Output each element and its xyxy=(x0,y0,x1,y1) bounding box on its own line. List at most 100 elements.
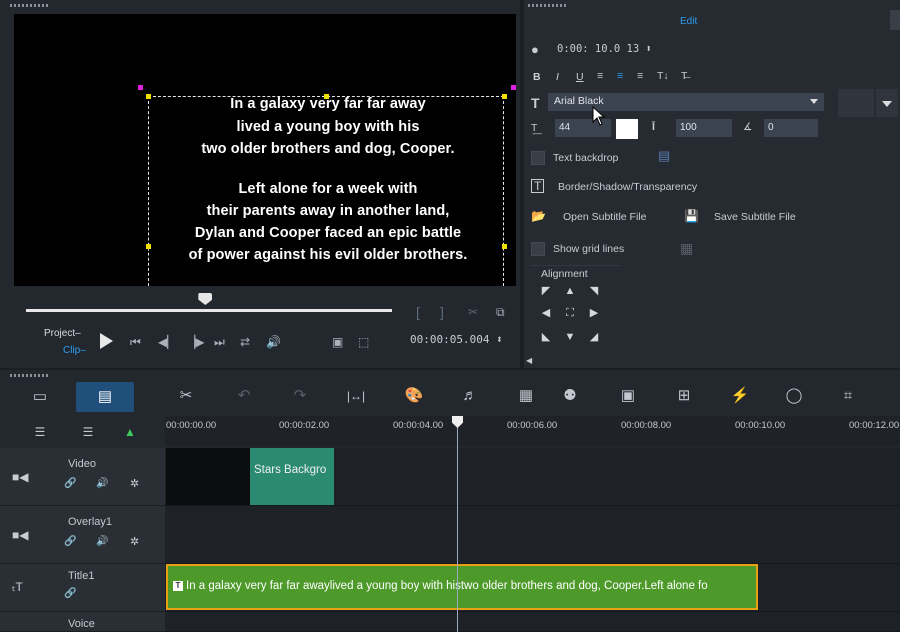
grid-settings-icon[interactable]: ▦ xyxy=(680,240,693,257)
font-select[interactable]: Arial Black xyxy=(548,93,824,111)
audio-mixer-icon[interactable]: ♬ xyxy=(458,388,482,404)
timeline-view-icon[interactable]: ▭ xyxy=(28,389,52,405)
title-track-icon: ₜT xyxy=(12,580,23,594)
bold-button[interactable]: B xyxy=(533,71,541,83)
rotate-handle-left[interactable] xyxy=(138,85,143,90)
video-clip[interactable]: Stars Backgro xyxy=(250,448,334,505)
panel-scrollbar[interactable] xyxy=(890,10,900,30)
crop-icon[interactable]: ⌗ xyxy=(836,388,860,404)
italic-button[interactable]: I xyxy=(556,71,559,83)
playhead-line[interactable] xyxy=(457,424,458,632)
title-clip[interactable]: In a galaxy very far far awaylived a you… xyxy=(166,564,758,610)
align-top-left-icon[interactable]: ◤ xyxy=(540,286,552,297)
split-screen-icon[interactable]: ⊞ xyxy=(672,388,696,404)
mark-in-icon[interactable]: [ xyxy=(416,305,420,319)
rotate-handle-right[interactable] xyxy=(511,85,516,90)
track-manager-icon[interactable]: ☰ xyxy=(28,424,52,440)
ripple-icon[interactable]: ✲ xyxy=(130,535,139,548)
speed-icon[interactable]: ⚡ xyxy=(728,388,752,404)
scissors-icon[interactable]: ✂ xyxy=(468,306,478,318)
panel-grip[interactable] xyxy=(10,4,48,7)
underline-button[interactable]: U xyxy=(576,71,584,83)
copy-icon[interactable]: ⧉ xyxy=(496,306,505,318)
volume-icon[interactable]: 🔊 xyxy=(266,336,281,348)
track-area-voice[interactable] xyxy=(165,612,900,632)
open-subtitle-icon[interactable]: 📂 xyxy=(531,209,546,223)
line-spacing-input[interactable]: 100 xyxy=(676,119,732,137)
duration-field[interactable]: 0:00: 10.0 13 ⬍ xyxy=(557,43,652,55)
align-top-right-icon[interactable]: ◥ xyxy=(588,286,600,297)
chevron-down-icon[interactable] xyxy=(810,99,818,104)
vertical-text-icon[interactable]: T↓ xyxy=(657,70,669,82)
project-mode-label[interactable]: Project– xyxy=(44,328,81,339)
panel-grip[interactable] xyxy=(528,4,566,7)
align-center-icon[interactable]: ≡ xyxy=(617,70,623,82)
show-grid-lines-label: Show grid lines xyxy=(553,243,625,255)
storyboard-icon[interactable]: ▤ xyxy=(93,389,117,405)
add-track-icon[interactable]: ☰ xyxy=(76,424,100,440)
repeat-icon[interactable]: ⇄ xyxy=(240,336,250,348)
text-color-swatch[interactable] xyxy=(616,119,638,139)
subtitle-line: two older brothers and dog, Cooper. xyxy=(201,141,455,157)
mute-icon[interactable]: 🔊 xyxy=(96,478,108,489)
overlay-track-icon: ■◀ xyxy=(12,528,29,542)
line-spacing-icon: Ī xyxy=(652,121,655,133)
open-subtitle-button[interactable]: Open Subtitle File xyxy=(563,211,646,223)
timecode-display[interactable]: 00:00:05.004 ⬍ xyxy=(410,333,510,351)
clip-mode-label[interactable]: Clip– xyxy=(63,345,86,356)
align-bottom-center-icon[interactable]: ▼ xyxy=(564,332,576,343)
mask-icon[interactable]: ◯ xyxy=(782,388,806,404)
ruler-label: 00:00:12.00 xyxy=(849,420,900,431)
aspect-ratio-icon[interactable]: ▣ xyxy=(332,336,343,348)
scroll-left-icon[interactable]: ◀ xyxy=(526,356,532,365)
border-icon[interactable]: T xyxy=(531,179,545,193)
panel-grip[interactable] xyxy=(10,374,48,377)
color-dropdown[interactable] xyxy=(876,89,898,117)
tab-edit[interactable]: Edit xyxy=(680,16,697,27)
rotation-input[interactable]: 0 xyxy=(764,119,818,137)
chapter-point-icon[interactable]: ▲ xyxy=(118,424,142,440)
mark-out-icon[interactable]: ] xyxy=(440,305,444,319)
link-icon[interactable]: 🔗 xyxy=(64,536,76,547)
color-swatch[interactable] xyxy=(838,89,874,117)
align-center-icon[interactable]: ⛶ xyxy=(564,308,576,319)
strikethrough-icon[interactable]: T̶ xyxy=(681,70,687,82)
link-icon[interactable]: 🔗 xyxy=(64,478,76,489)
end-icon[interactable]: ⏭ xyxy=(214,336,225,348)
motion-icon[interactable]: ⚉ xyxy=(558,388,582,404)
mute-icon[interactable]: 🔊 xyxy=(96,536,108,547)
align-right-icon[interactable]: ≡ xyxy=(637,70,643,82)
color-grading-icon[interactable]: 🎨 xyxy=(402,388,426,404)
align-middle-right-icon[interactable]: ▶ xyxy=(588,308,600,319)
ripple-icon[interactable]: ✲ xyxy=(130,477,139,490)
tools-icon[interactable]: ✂ xyxy=(174,388,198,404)
backdrop-settings-icon[interactable]: ▤ xyxy=(658,148,670,164)
show-grid-lines-checkbox[interactable] xyxy=(531,242,545,256)
scrub-bar[interactable] xyxy=(26,309,392,312)
redo-icon[interactable]: ↷ xyxy=(288,388,312,404)
subtitle-editor-icon[interactable]: ▣ xyxy=(616,388,640,404)
align-left-icon[interactable]: ≡ xyxy=(597,70,603,82)
title-clip-icon: T xyxy=(173,581,183,591)
subtitle-line: lived a young boy with his xyxy=(236,119,420,135)
text-backdrop-checkbox[interactable] xyxy=(531,151,545,165)
align-bottom-left-icon[interactable]: ◣ xyxy=(540,332,552,343)
fit-project-icon[interactable]: |↔| xyxy=(344,388,368,404)
snapshot-icon[interactable]: ⬚ xyxy=(358,336,369,348)
previous-frame-icon[interactable]: ◀▏ xyxy=(158,336,176,348)
video-clip-thumbnail[interactable] xyxy=(166,448,250,505)
link-icon[interactable]: 🔗 xyxy=(64,588,76,599)
save-subtitle-button[interactable]: Save Subtitle File xyxy=(714,211,796,223)
save-subtitle-icon[interactable]: 💾 xyxy=(684,209,699,223)
border-shadow-button[interactable]: Border/Shadow/Transparency xyxy=(558,181,697,193)
play-icon[interactable] xyxy=(100,333,113,349)
subtitle-line: their parents away in another land, xyxy=(206,203,450,219)
align-bottom-right-icon[interactable]: ◢ xyxy=(588,332,600,343)
home-icon[interactable]: ⏮ xyxy=(130,336,141,348)
track-area-overlay[interactable] xyxy=(165,506,900,564)
align-middle-left-icon[interactable]: ◀ xyxy=(540,308,552,319)
next-frame-icon[interactable]: ▕▶ xyxy=(186,336,204,348)
multicam-icon[interactable]: ▦ xyxy=(514,388,538,404)
undo-icon[interactable]: ↶ xyxy=(232,388,256,404)
align-top-center-icon[interactable]: ▲ xyxy=(564,286,576,297)
